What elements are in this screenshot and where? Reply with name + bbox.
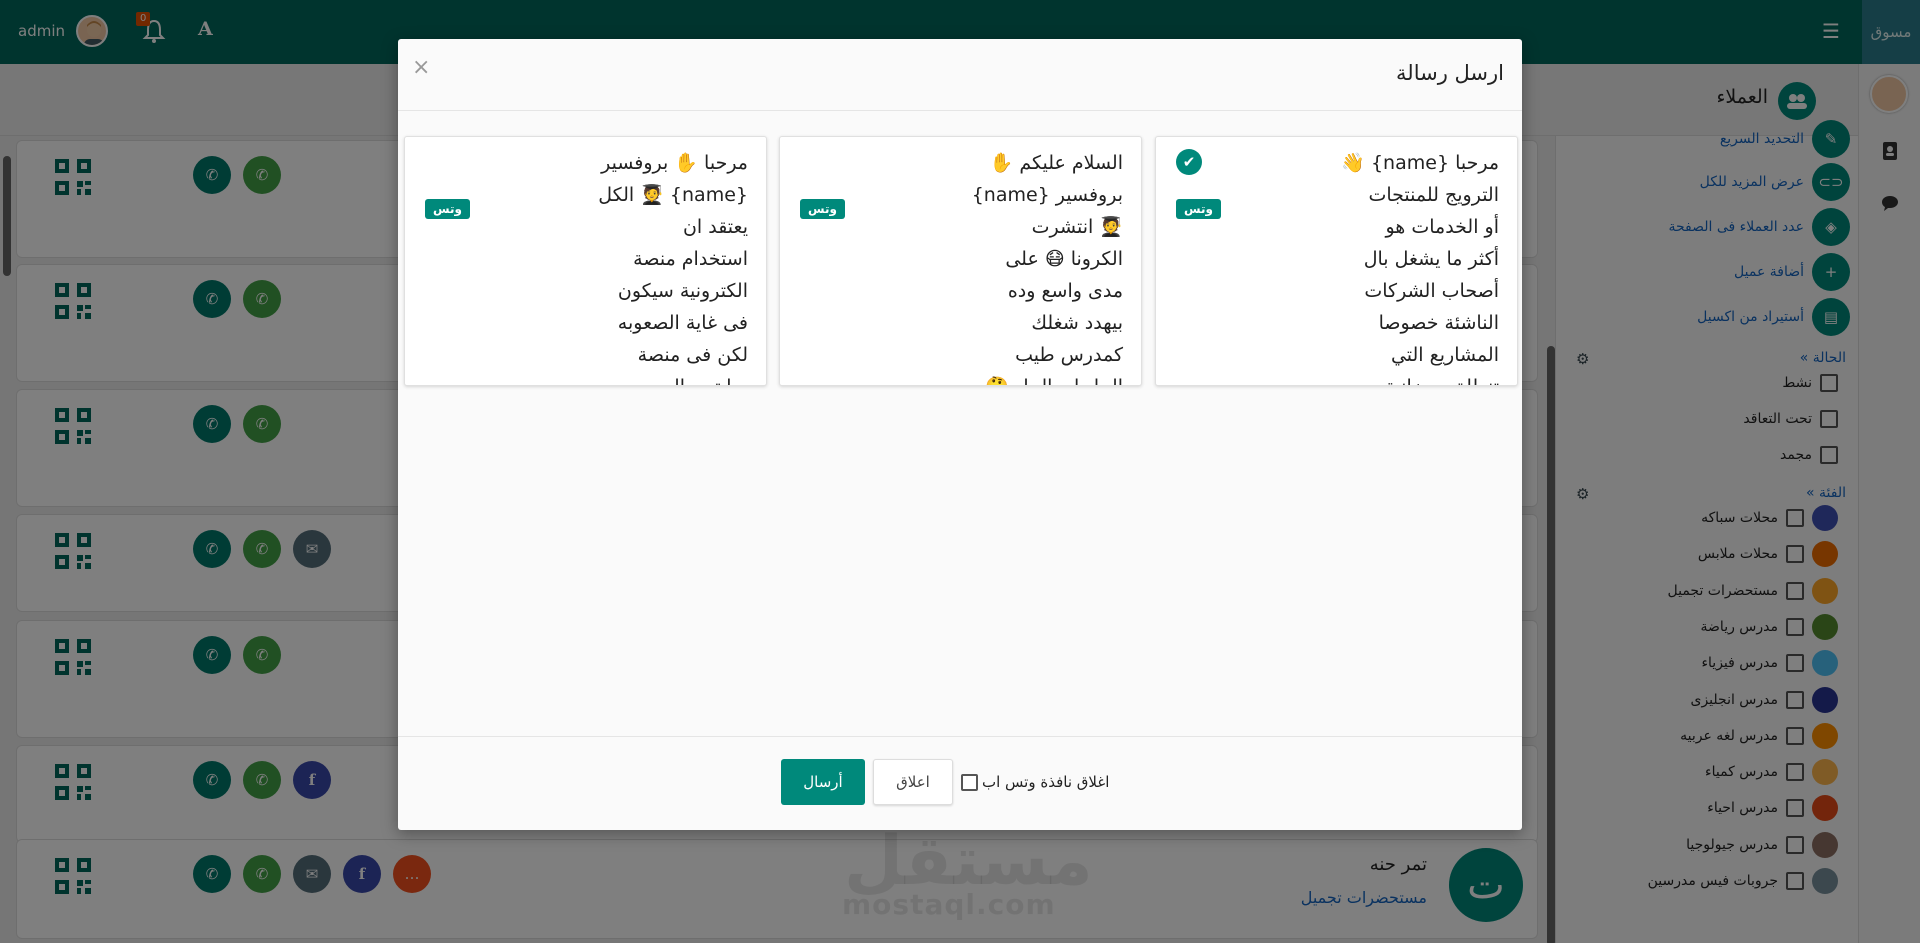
check-icon: ✔ [1176, 149, 1202, 175]
modal-header: ارسل رسالة × [398, 39, 1522, 111]
send-message-modal: ارسل رسالة × مرحبا {name} 👋 الترويج للمن… [398, 39, 1522, 830]
template-card[interactable]: السلام عليكم ✋ بروفسير {name} 🧑‍🎓 انتشرت… [779, 136, 1142, 386]
whatsapp-tag: وتس [1176, 199, 1221, 219]
whatsapp-tag: وتس [425, 199, 470, 219]
close-icon[interactable]: × [412, 55, 430, 80]
template-card[interactable]: مرحبا {name} 👋 الترويج للمنتجات أو الخدم… [1155, 136, 1518, 386]
template-card[interactable]: مرحبا ✋ بروفسير {name} 🧑‍🎓 الكل يعتقد ان… [404, 136, 767, 386]
checkbox[interactable] [961, 773, 978, 791]
whatsapp-tag: وتس [800, 199, 845, 219]
template-text: مرحبا {name} 👋 الترويج للمنتجات أو الخدم… [1341, 152, 1499, 385]
template-text: مرحبا ✋ بروفسير {name} 🧑‍🎓 الكل يعتقد ان… [598, 152, 748, 385]
modal-title: ارسل رسالة [1396, 61, 1504, 85]
template-text: السلام عليكم ✋ بروفسير {name} 🧑‍🎓 انتشرت… [971, 152, 1123, 385]
close-button[interactable]: اعلاق [873, 759, 953, 805]
close-whatsapp-option[interactable]: اغلاق نافذة وتس اب [961, 773, 1109, 791]
modal-footer: أرسال اعلاق اغلاق نافذة وتس اب [398, 736, 1522, 830]
close-whatsapp-label: اغلاق نافذة وتس اب [982, 773, 1110, 791]
send-button[interactable]: أرسال [781, 759, 865, 805]
